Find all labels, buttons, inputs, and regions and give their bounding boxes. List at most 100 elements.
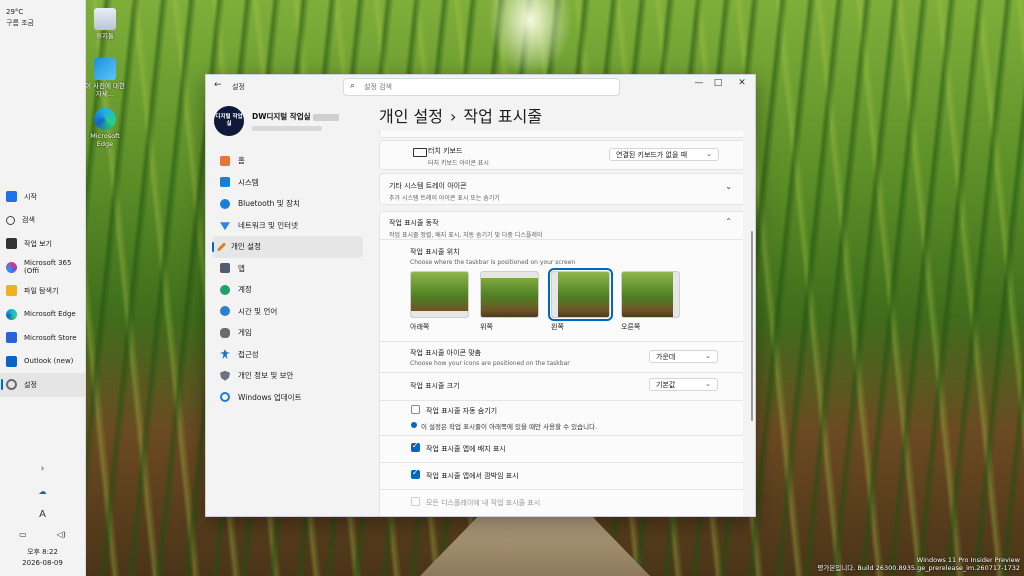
desktop-icon-learn-about-picture[interactable]: 이 사진에 대한 자세... — [85, 58, 125, 98]
profile-name-text: DW디지털 작업실 — [252, 112, 311, 121]
divider — [380, 400, 743, 401]
weather-widget[interactable]: 29°C 구름 조금 — [6, 8, 34, 28]
position-option-right[interactable] — [621, 271, 680, 318]
taskbar-item-settings[interactable]: 설정 — [0, 373, 85, 397]
autohide-checkbox[interactable] — [411, 405, 420, 414]
badges-checkbox[interactable] — [411, 441, 420, 452]
watermark-line: Windows 11 Pro Insider Preview — [916, 556, 1020, 564]
taskbar-item-label: 파일 탐색기 — [24, 286, 59, 295]
ime-indicator[interactable]: A — [0, 509, 85, 520]
nav-item-gaming[interactable]: 게임 — [212, 322, 363, 344]
globe-clock-icon — [220, 306, 230, 317]
maximize-button[interactable]: □ — [708, 78, 728, 88]
edge-icon — [94, 108, 116, 130]
size-dropdown[interactable]: 기본값 ⌄ — [649, 378, 718, 391]
nav-item-network[interactable]: 네트워크 및 인터넷 — [212, 215, 363, 237]
multi-display-checkbox[interactable] — [411, 497, 420, 506]
flashing-checkbox[interactable] — [411, 468, 420, 479]
taskbar-clock[interactable]: 오후 8:22 2026-08-09 — [0, 547, 85, 569]
edge-icon — [6, 308, 17, 320]
taskbar-preview — [481, 272, 538, 278]
desktop-icon-label: Microsoft Edge — [90, 132, 120, 148]
nav-item-personalization[interactable]: 개인 설정 — [212, 236, 363, 258]
alignment-dropdown[interactable]: 가운데 ⌄ — [649, 350, 718, 363]
other-tray-icons-row[interactable]: 기타 시스템 트레이 아이콘 추가 시스템 트레이 아이콘 표시 또는 숨기기 … — [379, 173, 743, 205]
tray-status[interactable]: ▭ ◁) — [0, 530, 85, 539]
nav-item-accounts[interactable]: 계정 — [212, 279, 363, 301]
chevron-down-icon: ⌄ — [705, 352, 711, 360]
title-bar: ← 설정 ⌕ — □ ✕ — [206, 75, 755, 97]
close-button[interactable]: ✕ — [732, 78, 752, 88]
touch-keyboard-sub: 터치 키보드 아이콘 표시 — [428, 160, 489, 167]
nav-label: 개인 설정 — [231, 242, 261, 252]
desktop-icon-label: 이 사진에 대한 자세... — [85, 82, 126, 98]
app-title: 설정 — [232, 83, 245, 91]
taskbar-behaviors-header[interactable]: 작업 표시줄 동작 작업 표시줄 정렬, 배지 표시, 자동 숨기기 및 다중 … — [380, 212, 743, 240]
touch-keyboard-title: 터치 키보드 — [428, 147, 463, 155]
nav-label: 네트워크 및 인터넷 — [238, 220, 298, 230]
back-arrow-icon[interactable]: ← — [214, 80, 222, 90]
clock-time: 오후 8:22 — [27, 548, 58, 556]
nav-item-time-language[interactable]: 시간 및 언어 — [212, 301, 363, 323]
search-icon: ⌕ — [350, 81, 356, 91]
desktop-icon-edge[interactable]: Microsoft Edge — [85, 108, 125, 148]
align-title: 작업 표시줄 아이콘 맞춤 — [410, 349, 482, 357]
nav-item-accessibility[interactable]: 접근성 — [212, 344, 363, 366]
taskbar-item-label: 시작 — [24, 192, 37, 201]
settings-nav: 홈 시스템 Bluetooth 및 장치 네트워크 및 인터넷 개인 설정 앱 … — [212, 150, 363, 408]
brush-icon — [216, 242, 227, 252]
taskbar-item-edge[interactable]: Microsoft Edge — [0, 303, 85, 327]
nav-item-apps[interactable]: 앱 — [212, 258, 363, 280]
nav-item-home[interactable]: 홈 — [212, 150, 363, 172]
shield-icon — [220, 370, 230, 381]
minimize-button[interactable]: — — [689, 78, 709, 88]
tray-copilot[interactable]: ☁ — [0, 487, 85, 496]
show-hidden-icons-chevron[interactable]: › — [0, 464, 85, 474]
taskbar-app-list: 시작 검색 작업 보기 Microsoft 365 (Offi 파일 탐색기 M… — [0, 185, 85, 397]
touch-keyboard-dropdown[interactable]: 연결된 키보드가 없을 때 ⌄ — [609, 148, 719, 161]
behaviors-sub: 작업 표시줄 정렬, 배지 표시, 자동 숨기기 및 다중 디스플레이 — [389, 232, 543, 239]
wifi-icon — [220, 222, 230, 231]
taskbar-item-m365[interactable]: Microsoft 365 (Offi — [0, 256, 85, 280]
taskbar-item-start[interactable]: 시작 — [0, 185, 85, 209]
nav-item-privacy[interactable]: 개인 정보 및 보안 — [212, 365, 363, 387]
keyboard-icon — [413, 148, 427, 157]
nav-label: 시간 및 언어 — [238, 306, 278, 316]
taskbar-item-file-explorer[interactable]: 파일 탐색기 — [0, 279, 85, 303]
search-input[interactable] — [364, 81, 604, 92]
gear-icon — [6, 379, 17, 391]
dropdown-value: 연결된 키보드가 없을 때 — [616, 150, 688, 159]
picture-info-icon — [94, 58, 116, 80]
bluetooth-icon — [220, 198, 230, 209]
nav-item-system[interactable]: 시스템 — [212, 172, 363, 194]
autohide-label: 작업 표시줄 자동 숨기기 — [426, 407, 498, 415]
settings-search[interactable]: ⌕ — [343, 78, 620, 96]
position-option-bottom[interactable] — [410, 271, 469, 318]
desktop-icon-recycle-bin[interactable]: 휴지통 — [85, 8, 125, 40]
taskbar-item-outlook[interactable]: Outlook (new) — [0, 350, 85, 374]
profile-card[interactable]: 디지털 작업실 DW디지털 작업실 — [214, 106, 339, 136]
cloud-icon: ☁ — [38, 487, 47, 496]
chevron-right-icon: › — [40, 464, 45, 474]
network-icon: ▭ — [19, 530, 27, 539]
taskbar-item-label: Microsoft 365 (Offi — [24, 259, 72, 276]
position-option-left[interactable] — [548, 268, 613, 321]
nav-label: 게임 — [238, 328, 252, 338]
windows-start-icon — [6, 191, 17, 203]
nav-label: Bluetooth 및 장치 — [238, 199, 300, 209]
divider — [380, 462, 743, 463]
nav-item-bluetooth[interactable]: Bluetooth 및 장치 — [212, 193, 363, 215]
taskbar-item-task-view[interactable]: 작업 보기 — [0, 232, 85, 256]
chevron-up-icon: ⌃ — [725, 217, 732, 226]
profile-name: DW디지털 작업실 — [252, 111, 339, 122]
scrollbar[interactable] — [751, 231, 753, 421]
home-icon — [220, 155, 230, 166]
position-option-top[interactable] — [480, 271, 539, 318]
taskbar-item-label: 작업 보기 — [24, 239, 52, 248]
taskbar-item-store[interactable]: Microsoft Store — [0, 326, 85, 350]
nav-item-windows-update[interactable]: Windows 업데이트 — [212, 387, 363, 409]
breadcrumb-parent[interactable]: 개인 설정 — [379, 107, 443, 126]
taskbar-item-search[interactable]: 검색 — [0, 209, 85, 233]
taskbar-item-label: Microsoft Edge — [24, 310, 76, 319]
recycle-bin-icon — [94, 8, 116, 30]
